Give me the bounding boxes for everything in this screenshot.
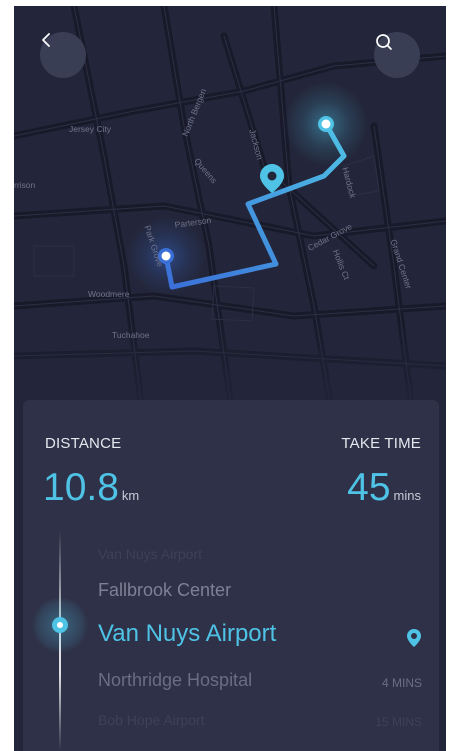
back-button[interactable] xyxy=(40,32,86,78)
stop-list-item[interactable]: Van Nuys Airport xyxy=(98,546,202,562)
take-time-unit: mins xyxy=(393,488,421,503)
take-time-label: TAKE TIME xyxy=(341,435,421,452)
distance-unit: km xyxy=(121,488,140,503)
street-label: Tuchahoe xyxy=(112,330,150,340)
stop-list-item[interactable]: Northridge Hospital xyxy=(98,670,252,691)
street-label: Jersey City xyxy=(69,124,112,134)
street-label: Woodmere xyxy=(88,289,130,299)
stop-list-item[interactable]: Fallbrook Center xyxy=(98,580,231,601)
take-time-value: 45 mins xyxy=(347,466,421,518)
search-icon xyxy=(376,34,392,50)
chevron-left-icon xyxy=(42,33,50,47)
app-screen: Jersey City North Bergen Jackson Queens … xyxy=(14,6,446,751)
search-button[interactable] xyxy=(374,32,420,78)
distance-value: 10.8 km xyxy=(43,466,139,518)
distance-label: DISTANCE xyxy=(45,435,122,452)
take-time-number: 45 xyxy=(347,466,391,509)
stop-eta: 15 MINS xyxy=(375,715,422,729)
current-stop-dot-center xyxy=(57,622,63,628)
distance-number: 10.8 xyxy=(43,466,119,509)
destination-marker[interactable] xyxy=(318,116,334,132)
stop-list-item[interactable]: Bob Hope Airport xyxy=(98,712,205,728)
stop-eta: 4 MINS xyxy=(381,676,422,690)
street-label: rrison xyxy=(14,180,36,190)
trip-summary-card: DISTANCE 10.8 km TAKE TIME 45 mins Van Nuy… xyxy=(23,400,439,751)
location-pin-icon[interactable] xyxy=(406,628,422,648)
stop-list-item-selected[interactable]: Van Nuys Airport xyxy=(98,620,276,648)
route-map[interactable]: Jersey City North Bergen Jackson Queens … xyxy=(14,6,446,426)
